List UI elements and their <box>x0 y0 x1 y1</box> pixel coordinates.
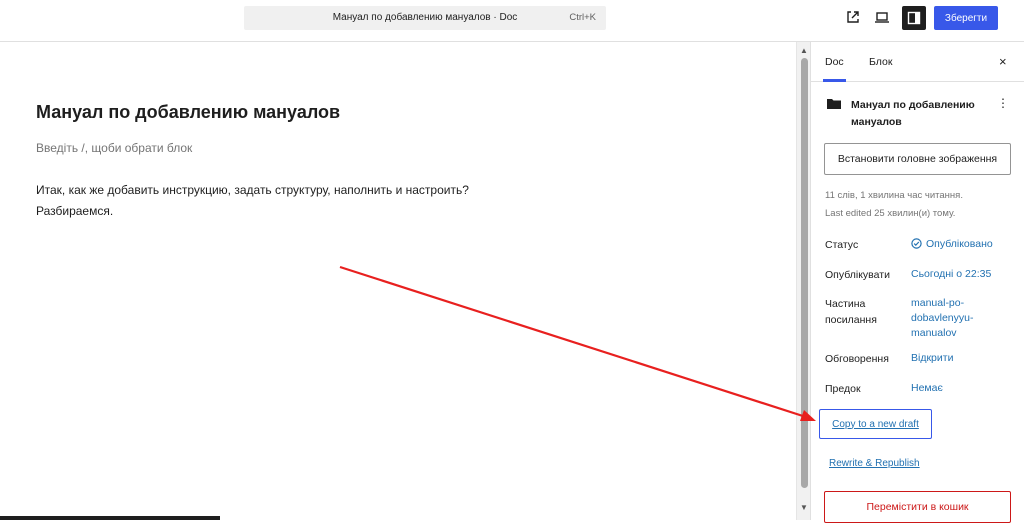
slug-label-line: посилання <box>825 314 877 326</box>
preview-icon[interactable] <box>873 8 891 26</box>
slug-label: Частина посилання <box>825 296 877 328</box>
status-value-text: Опубліковано <box>926 238 993 250</box>
document-title: Мануал по добавлению мануалов · Doc <box>332 12 518 23</box>
more-options-icon[interactable]: ⋮ <box>997 96 1009 110</box>
block-placeholder[interactable]: Введіть /, щоби обрати блок <box>36 141 192 155</box>
editor-header: Мануал по добавлению мануалов · Doc Ctrl… <box>0 0 1024 42</box>
scroll-up-icon[interactable]: ▲ <box>800 46 808 55</box>
external-link-icon[interactable] <box>844 8 862 26</box>
doc-card-title: Мануал по добавлению мануалов <box>851 99 975 128</box>
slug-value-line: manualov <box>911 327 957 339</box>
discussion-value[interactable]: Відкрити <box>911 351 953 366</box>
scroll-thumb[interactable] <box>801 58 808 488</box>
move-to-trash-button[interactable]: Перемістити в кошик <box>824 491 1011 523</box>
slug-label-line: Частина <box>825 298 866 310</box>
publish-date-value[interactable]: Сьогодні о 22:35 <box>911 267 991 282</box>
editor-canvas[interactable]: Мануал по добавлению мануалов Введіть /,… <box>0 42 796 520</box>
word-count-info: 11 слів, 1 хвилина час читання. <box>825 190 963 201</box>
shortcut-hint: Ctrl+K <box>569 12 596 23</box>
parent-label: Предок <box>825 383 861 395</box>
last-edited-info: Last edited 25 хвилин(и) тому. <box>825 208 956 219</box>
paragraph-block[interactable]: Итак, как же добавить инструкцию, задать… <box>36 180 556 222</box>
sidebar-tabs: Doc Блок × <box>811 42 1024 82</box>
canvas-scrollbar[interactable]: ▲ ▼ <box>796 42 810 520</box>
folder-icon <box>827 99 841 109</box>
scroll-down-icon[interactable]: ▼ <box>800 503 808 512</box>
published-check-icon <box>911 238 922 249</box>
bottom-bar <box>0 516 220 520</box>
discussion-label: Обговорення <box>825 353 889 365</box>
rewrite-republish-link[interactable]: Rewrite & Republish <box>829 458 920 469</box>
close-icon[interactable]: × <box>999 54 1007 69</box>
set-featured-image-button[interactable]: Встановити головне зображення <box>824 143 1011 175</box>
copy-to-new-draft-button[interactable]: Copy to a new draft <box>819 409 932 439</box>
paragraph-line: Итак, как же добавить инструкцию, задать… <box>36 183 469 197</box>
sidebar-toggle-icon[interactable] <box>902 6 926 30</box>
post-title[interactable]: Мануал по добавлению мануалов <box>36 102 340 123</box>
paragraph-line: Разбираемся. <box>36 204 114 218</box>
tab-doc[interactable]: Doc <box>823 56 846 82</box>
status-label: Статус <box>825 239 859 251</box>
status-value[interactable]: Опубліковано <box>911 237 993 252</box>
slug-value-line: manual-po- <box>911 297 965 309</box>
parent-value[interactable]: Немає <box>911 381 943 396</box>
publish-label: Опублікувати <box>825 269 890 281</box>
slug-value-line: dobavlenyyu- <box>911 312 974 324</box>
settings-sidebar: Doc Блок × Мануал по добавлению мануалов… <box>810 42 1024 523</box>
slug-value[interactable]: manual-po- dobavlenyyu- manualov <box>911 296 973 341</box>
save-button[interactable]: Зберегти <box>934 6 998 30</box>
tab-block[interactable]: Блок <box>869 56 892 68</box>
command-palette-bar[interactable]: Мануал по добавлению мануалов · Doc Ctrl… <box>244 6 606 30</box>
